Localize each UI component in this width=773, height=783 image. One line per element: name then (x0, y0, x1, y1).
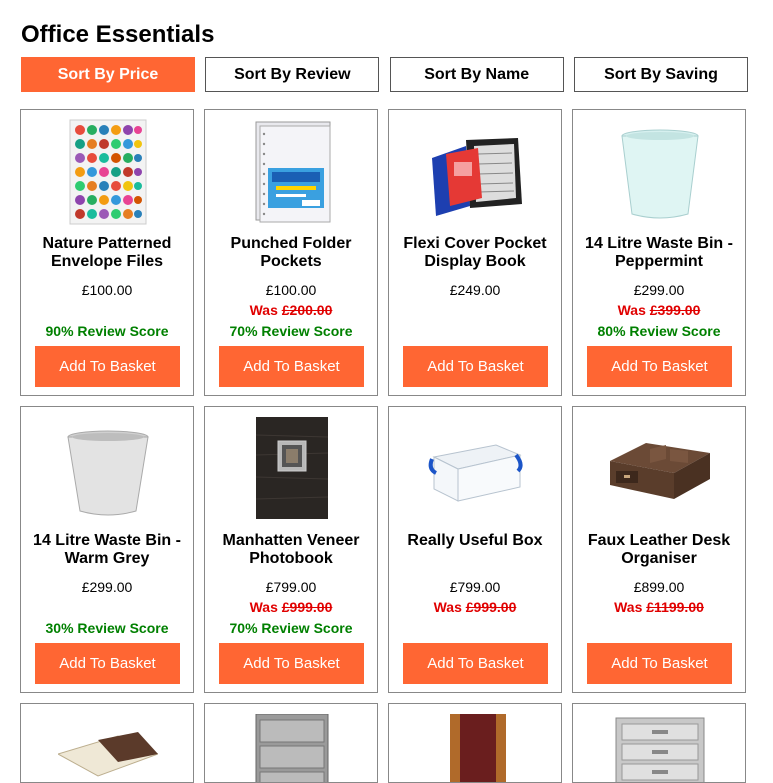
sort-by-saving-button[interactable]: Sort By Saving (573, 57, 748, 92)
book-stack-image[interactable] (58, 714, 158, 782)
product-price: £299.00 (81, 579, 133, 595)
product-card (20, 703, 194, 783)
product-price: £100.00 (81, 282, 133, 298)
owl-pattern-envelope-image[interactable] (58, 118, 158, 226)
product-name[interactable]: Faux Leather Desk Organiser (579, 532, 739, 568)
storage-box-image[interactable] (426, 415, 526, 523)
product-card: Manhatten Veneer Photobook £799.00 Was £… (204, 406, 378, 693)
product-price: £249.00 (449, 282, 501, 298)
product-name[interactable]: 14 Litre Waste Bin - Warm Grey (27, 532, 187, 568)
review-score: 70% Review Score (229, 620, 353, 636)
sort-bar: Sort By Price Sort By Review Sort By Nam… (21, 57, 748, 92)
add-to-basket-button[interactable]: Add To Basket (403, 643, 548, 684)
red-book-image[interactable] (426, 714, 526, 782)
product-card: Nature Patterned Envelope Files £100.00 … (20, 109, 194, 396)
product-grid: Nature Patterned Envelope Files £100.00 … (20, 109, 748, 783)
display-book-image[interactable] (426, 118, 526, 226)
product-name[interactable]: Nature Patterned Envelope Files (27, 235, 187, 271)
review-score: 70% Review Score (229, 323, 353, 339)
was-price: Was £999.00 (433, 599, 517, 615)
add-to-basket-button[interactable]: Add To Basket (35, 643, 180, 684)
punched-pockets-image[interactable] (242, 118, 342, 226)
review-score: 80% Review Score (597, 323, 721, 339)
sort-by-price-button[interactable]: Sort By Price (21, 57, 195, 92)
product-name[interactable]: Flexi Cover Pocket Display Book (395, 235, 555, 271)
add-to-basket-button[interactable]: Add To Basket (219, 346, 364, 387)
product-card: Punched Folder Pockets £100.00 Was £200.… (204, 109, 378, 396)
mesh-drawer-unit-image[interactable] (242, 714, 342, 782)
product-card (572, 703, 746, 783)
review-score: 90% Review Score (45, 323, 169, 339)
product-price: £899.00 (633, 579, 685, 595)
product-card: Flexi Cover Pocket Display Book £249.00 … (388, 109, 562, 396)
was-price: Was £999.00 (249, 599, 333, 615)
was-price: Was £399.00 (617, 302, 701, 318)
product-price: £799.00 (265, 579, 317, 595)
add-to-basket-button[interactable]: Add To Basket (219, 643, 364, 684)
product-card: 14 Litre Waste Bin - Peppermint £299.00 … (572, 109, 746, 396)
sort-by-review-button[interactable]: Sort By Review (205, 57, 380, 92)
was-price: Was £200.00 (249, 302, 333, 318)
was-price: Was £1199.00 (614, 599, 704, 615)
product-name[interactable]: Punched Folder Pockets (211, 235, 371, 271)
product-card: 14 Litre Waste Bin - Warm Grey £299.00 3… (20, 406, 194, 693)
add-to-basket-button[interactable]: Add To Basket (403, 346, 548, 387)
product-card (204, 703, 378, 783)
add-to-basket-button[interactable]: Add To Basket (587, 643, 732, 684)
photobook-image[interactable] (242, 415, 342, 523)
add-to-basket-button[interactable]: Add To Basket (587, 346, 732, 387)
product-price: £799.00 (449, 579, 501, 595)
add-to-basket-button[interactable]: Add To Basket (35, 346, 180, 387)
silver-drawer-unit-image[interactable] (610, 714, 710, 782)
sort-by-name-button[interactable]: Sort By Name (389, 57, 564, 92)
review-score: 30% Review Score (45, 620, 169, 636)
product-card: Faux Leather Desk Organiser £899.00 Was … (572, 406, 746, 693)
product-card (388, 703, 562, 783)
grey-bin-image[interactable] (58, 415, 158, 523)
product-name[interactable]: Really Useful Box (395, 532, 555, 550)
desk-organiser-image[interactable] (610, 415, 710, 523)
product-name[interactable]: Manhatten Veneer Photobook (211, 532, 371, 568)
page-title: Office Essentials (21, 21, 215, 48)
product-card: Really Useful Box £799.00 Was £999.00 Ad… (388, 406, 562, 693)
product-price: £299.00 (633, 282, 685, 298)
product-price: £100.00 (265, 282, 317, 298)
peppermint-bin-image[interactable] (610, 118, 710, 226)
product-name[interactable]: 14 Litre Waste Bin - Peppermint (579, 235, 739, 271)
